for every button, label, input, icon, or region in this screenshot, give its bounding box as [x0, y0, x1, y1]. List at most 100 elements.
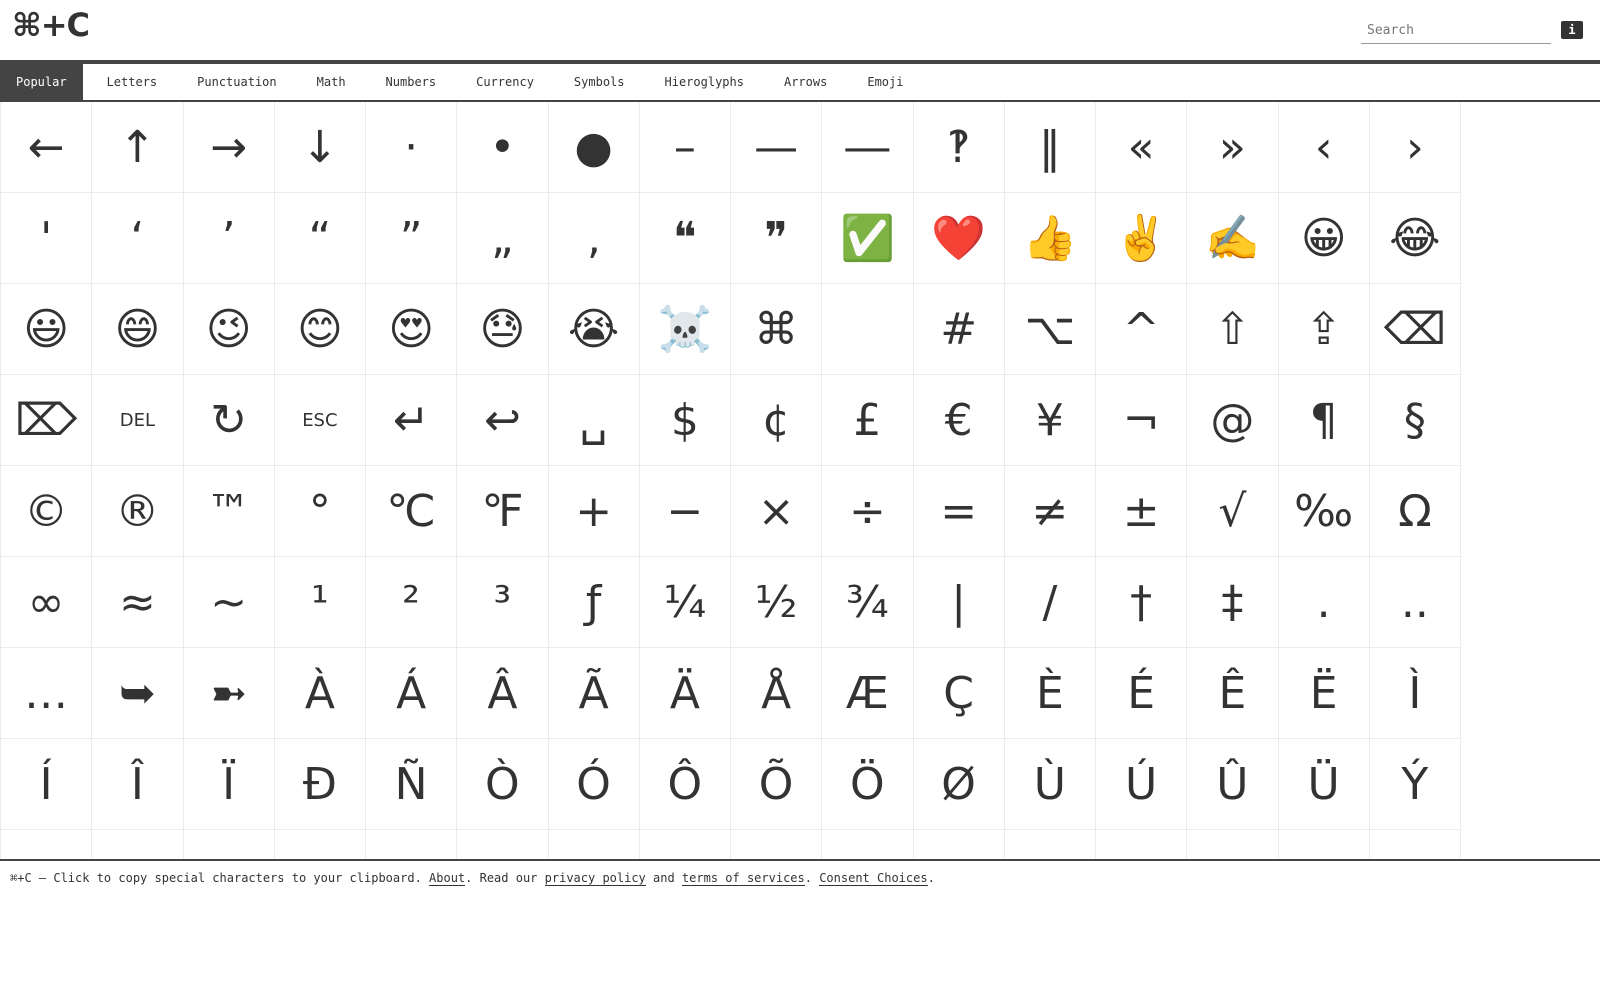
character-cell[interactable]: ‚ [548, 193, 640, 284]
character-cell[interactable]: Û [1187, 739, 1279, 830]
tab-popular[interactable]: Popular [0, 64, 83, 100]
character-cell[interactable]: È [1004, 648, 1096, 739]
character-cell[interactable]: Ç [913, 648, 1005, 739]
character-cell[interactable] [822, 284, 914, 375]
tab-symbols[interactable]: Symbols [554, 64, 645, 100]
character-cell[interactable]: ❤️ [913, 193, 1005, 284]
character-cell[interactable]: ^ [1096, 284, 1188, 375]
character-cell[interactable] [184, 830, 275, 859]
character-cell[interactable]: ¾ [822, 557, 914, 648]
character-cell[interactable]: Ô [639, 739, 731, 830]
character-cell[interactable]: Æ [822, 648, 914, 739]
character-cell[interactable]: — [731, 102, 823, 193]
character-cell[interactable]: ↑ [92, 102, 184, 193]
character-cell[interactable]: … [1, 648, 93, 739]
character-cell[interactable]: ≈ [92, 557, 184, 648]
character-cell[interactable]: Ö [822, 739, 914, 830]
character-cell[interactable]: ² [366, 557, 458, 648]
character-cell[interactable]: “ [274, 193, 366, 284]
character-cell[interactable]: ° [274, 466, 366, 557]
character-cell[interactable]: Ñ [366, 739, 458, 830]
character-cell[interactable]: ∞ [1, 557, 93, 648]
character-cell[interactable]: 😂 [1369, 193, 1461, 284]
character-cell[interactable]: – [639, 102, 731, 193]
character-cell[interactable]: Ó [548, 739, 640, 830]
character-cell[interactable]: ― [822, 102, 914, 193]
site-logo[interactable]: ⌘+C [12, 6, 90, 44]
character-cell[interactable] [1187, 830, 1279, 859]
character-cell[interactable]: ~ [183, 557, 275, 648]
character-cell[interactable] [731, 830, 823, 859]
info-button[interactable]: i [1561, 21, 1583, 39]
character-cell[interactable]: ‘ [92, 193, 184, 284]
character-cell[interactable] [1, 830, 93, 859]
character-cell[interactable]: ™ [183, 466, 275, 557]
character-cell[interactable]: † [1096, 557, 1188, 648]
character-cell[interactable]: Ê [1187, 648, 1279, 739]
character-cell[interactable]: 😄 [92, 284, 184, 375]
character-cell[interactable]: É [1096, 648, 1188, 739]
tab-letters[interactable]: Letters [83, 64, 178, 100]
character-cell[interactable]: ⇪ [1278, 284, 1370, 375]
terms-link[interactable]: terms of services [681, 871, 805, 886]
character-cell[interactable]: ❞ [731, 193, 823, 284]
character-cell[interactable]: ¼ [639, 557, 731, 648]
character-cell[interactable] [640, 830, 731, 859]
character-cell[interactable]: Ù [1004, 739, 1096, 830]
character-cell[interactable]: ‹ [1278, 102, 1370, 193]
character-cell[interactable]: Ω [1369, 466, 1461, 557]
character-cell[interactable] [1005, 830, 1096, 859]
character-cell[interactable]: ⌦ [1, 375, 93, 466]
character-cell[interactable]: » [1187, 102, 1279, 193]
character-cell[interactable]: $ [639, 375, 731, 466]
character-cell[interactable]: › [1369, 102, 1461, 193]
privacy-policy-link[interactable]: privacy policy [544, 871, 646, 886]
tab-numbers[interactable]: Numbers [366, 64, 457, 100]
character-cell[interactable]: √ [1187, 466, 1279, 557]
character-cell[interactable] [92, 830, 184, 859]
character-cell[interactable]: ¹ [274, 557, 366, 648]
character-cell[interactable] [549, 830, 640, 859]
character-cell[interactable]: ➼ [183, 648, 275, 739]
character-cell[interactable]: ⌘ [731, 284, 823, 375]
character-cell[interactable]: # [913, 284, 1005, 375]
character-cell[interactable] [275, 830, 366, 859]
character-cell[interactable]: 😀 [1278, 193, 1370, 284]
character-cell[interactable] [1096, 830, 1188, 859]
tab-emoji[interactable]: Emoji [847, 64, 923, 100]
character-cell[interactable]: / [1004, 557, 1096, 648]
character-cell[interactable]: Ë [1278, 648, 1370, 739]
character-cell[interactable]: « [1096, 102, 1188, 193]
character-cell[interactable]: − [639, 466, 731, 557]
character-cell[interactable]: ’ [183, 193, 275, 284]
character-cell[interactable]: ¬ [1096, 375, 1188, 466]
character-cell[interactable] [914, 830, 1005, 859]
character-cell[interactable]: ↩ [457, 375, 549, 466]
character-cell[interactable]: + [548, 466, 640, 557]
character-cell[interactable]: ➥ [92, 648, 184, 739]
character-cell[interactable]: „ [457, 193, 549, 284]
character-cell[interactable]: £ [822, 375, 914, 466]
character-cell[interactable]: ℉ [457, 466, 549, 557]
tab-arrows[interactable]: Arrows [764, 64, 847, 100]
character-cell[interactable]: ℃ [366, 466, 458, 557]
character-cell[interactable]: Å [731, 648, 823, 739]
character-cell[interactable]: § [1369, 375, 1461, 466]
character-cell[interactable]: Â [457, 648, 549, 739]
character-cell[interactable]: • [457, 102, 549, 193]
character-cell[interactable]: ƒ [548, 557, 640, 648]
tab-math[interactable]: Math [297, 64, 366, 100]
character-cell[interactable]: Ã [548, 648, 640, 739]
character-cell[interactable]: Ø [913, 739, 1005, 830]
character-cell[interactable]: € [913, 375, 1005, 466]
character-cell[interactable]: 👍 [1004, 193, 1096, 284]
character-cell[interactable]: Ä [639, 648, 731, 739]
character-cell[interactable]: 😊 [274, 284, 366, 375]
character-cell[interactable]: ↵ [366, 375, 458, 466]
character-cell[interactable]: ‽ [913, 102, 1005, 193]
character-cell[interactable]: @ [1187, 375, 1279, 466]
character-cell[interactable]: Ú [1096, 739, 1188, 830]
character-cell[interactable]: 😍 [366, 284, 458, 375]
character-cell[interactable]: 😓 [457, 284, 549, 375]
character-cell[interactable]: 😭 [548, 284, 640, 375]
